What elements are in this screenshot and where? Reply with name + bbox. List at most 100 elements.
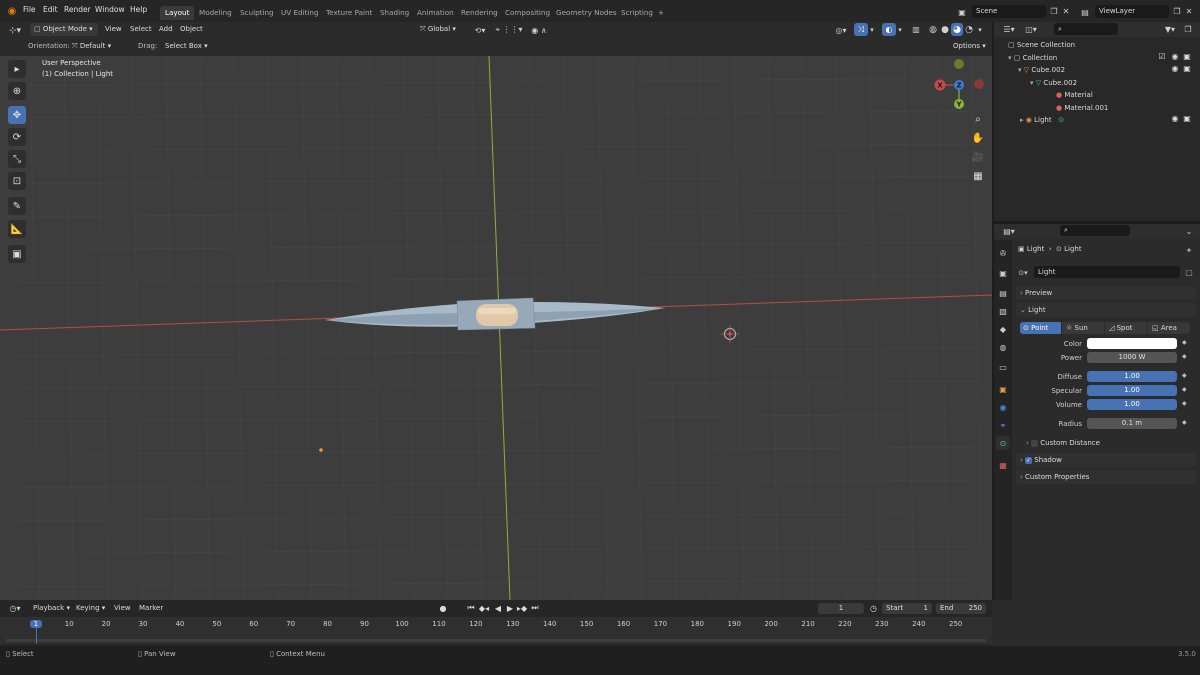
outliner-row-collection[interactable]: ▾ ▢ Collection [1008, 52, 1057, 65]
timeline-ruler[interactable]: 1 10 20 30 40 50 60 70 80 90 100 110 120 130 140 150 160… [0, 617, 992, 644]
timeline-editor-icon[interactable]: ◷▾ [6, 603, 24, 614]
diffuse-field[interactable]: 1.00 [1087, 371, 1177, 382]
world-tab-icon[interactable]: ◍ [996, 340, 1010, 354]
pan-hand-icon[interactable]: ✋ [971, 131, 985, 145]
playback-menu[interactable]: Playback ▾ [33, 602, 70, 615]
cursor-tool-icon[interactable]: ⊕ [8, 82, 26, 100]
collection-tab-icon[interactable]: ▭ [996, 360, 1010, 374]
outliner-editor-icon[interactable]: ☰▾ [1000, 24, 1018, 35]
tab-uv-editing[interactable]: UV Editing [276, 6, 324, 20]
add-menu[interactable]: Add [159, 23, 173, 36]
navigation-gizmo[interactable]: X Z Y [930, 58, 990, 110]
output-tab-icon[interactable]: ▤ [996, 286, 1010, 300]
playhead-line[interactable] [36, 627, 37, 644]
outliner-row-light[interactable]: ▸ ◉ Light ⊙ [1020, 114, 1064, 127]
transform-orientation-dropdown[interactable]: ⤧ Global ▾ [420, 23, 468, 36]
gizmo-icon[interactable]: ⤨ [854, 23, 868, 36]
keyframe-dot-icon[interactable]: ◆ [1182, 372, 1187, 379]
texture-tab-icon[interactable]: ▦ [996, 458, 1010, 472]
menu-edit[interactable]: Edit [43, 5, 58, 14]
annotate-tool-icon[interactable]: ✎ [8, 197, 26, 215]
camera-render-icon[interactable]: ▣ [1182, 114, 1192, 123]
constraints-tab-icon[interactable]: ⚭ [996, 418, 1010, 432]
current-frame-field[interactable]: 1 [818, 603, 864, 614]
light-data-tab-icon[interactable]: ⊙ [996, 436, 1010, 450]
view-layer-tab-icon[interactable]: ▧ [996, 304, 1010, 318]
menu-render[interactable]: Render [64, 5, 91, 14]
transform-tool-icon[interactable]: ⊡ [8, 172, 26, 190]
overlays-dropdown-icon[interactable]: ▾ [896, 24, 904, 36]
physics-tab-icon[interactable]: ◉ [996, 400, 1010, 414]
shadow-panel-header[interactable]: › ✓ Shadow [1016, 453, 1196, 467]
keying-menu[interactable]: Keying ▾ [76, 602, 105, 615]
add-cube-tool-icon[interactable]: ▣ [8, 245, 26, 263]
scale-tool-icon[interactable]: ⤡ [8, 150, 26, 168]
volume-field[interactable]: 1.00 [1087, 399, 1177, 410]
keyframe-dot-icon[interactable]: ◆ [1182, 386, 1187, 393]
next-keyframe-icon[interactable]: ▸◆ [517, 603, 527, 613]
object-menu[interactable]: Object [180, 23, 203, 36]
visibility-icon[interactable]: ◎▾ [832, 24, 850, 36]
view-layer-icon[interactable]: ▤ [1078, 6, 1092, 18]
light-datablock-field[interactable]: Light [1034, 266, 1180, 278]
menu-help[interactable]: Help [130, 5, 147, 14]
tab-rendering[interactable]: Rendering [456, 6, 503, 20]
prev-keyframe-icon[interactable]: ◆◂ [479, 603, 489, 613]
keyframe-dot-icon[interactable]: ◆ [1182, 419, 1187, 426]
overlays-icon[interactable]: ◐ [882, 23, 896, 36]
preview-panel-header[interactable]: › Preview [1016, 286, 1196, 300]
render-tab-icon[interactable]: ▣ [996, 266, 1010, 280]
proportional-edit-icon[interactable]: ◉ ∧ [529, 24, 549, 36]
shading-wireframe-icon[interactable]: ◍ [927, 23, 939, 36]
select-tool-icon[interactable]: ▸ [8, 60, 26, 78]
perspective-grid-icon[interactable]: ▦ [971, 169, 985, 183]
shadow-checkbox[interactable]: ✓ [1025, 456, 1033, 464]
zoom-icon[interactable]: ⌕ [971, 112, 985, 126]
scene-tab-icon[interactable]: ◆ [996, 322, 1010, 336]
jump-start-icon[interactable]: ⏮ [466, 603, 476, 613]
properties-search-input[interactable]: ⌕ [1060, 225, 1130, 236]
shading-material-icon[interactable]: ◕ [951, 23, 963, 36]
tool-tab-icon[interactable]: ✇ [996, 246, 1010, 260]
move-tool-icon[interactable]: ✥ [8, 106, 26, 124]
timeline-view-menu[interactable]: View [114, 602, 131, 615]
clock-icon[interactable]: ◷ [868, 603, 879, 614]
play-reverse-icon[interactable]: ◀ [493, 603, 503, 613]
fake-user-icon[interactable]: ▢ [1184, 267, 1194, 277]
cube-object[interactable] [325, 297, 665, 331]
shading-solid-icon[interactable]: ● [939, 23, 951, 36]
orientation-dropdown[interactable]: ⤧ Default ▾ [72, 40, 130, 53]
properties-editor-icon[interactable]: ▤▾ [1000, 226, 1018, 236]
display-mode-icon[interactable]: ◫▾ [1022, 24, 1040, 35]
jump-end-icon[interactable]: ⏭ [530, 603, 540, 613]
mode-dropdown[interactable]: ▢ Object Mode ▾ [30, 23, 98, 36]
tab-sculpting[interactable]: Sculpting [235, 6, 279, 20]
outliner-row-material-001[interactable]: ● Material.001 [1056, 102, 1108, 115]
light-panel-header[interactable]: ⌄ Light [1016, 303, 1196, 317]
blender-logo-icon[interactable]: ◉ [6, 5, 18, 17]
options-dropdown[interactable]: Options ▾ [953, 40, 986, 53]
custom-distance-checkbox[interactable] [1031, 439, 1039, 447]
menu-file[interactable]: File [23, 5, 36, 14]
power-field[interactable]: 1000 W [1087, 352, 1177, 363]
shading-dropdown-icon[interactable]: ▾ [976, 24, 984, 36]
custom-properties-panel-header[interactable]: › Custom Properties [1016, 470, 1196, 484]
view-layer-field[interactable]: ViewLayer [1095, 5, 1169, 18]
tab-modeling[interactable]: Modeling [194, 6, 237, 20]
3d-viewport[interactable]: User Perspective (1) Collection | Light … [0, 56, 992, 600]
light-type-sun[interactable]: ☼ Sun [1062, 322, 1104, 334]
eye-icon[interactable]: ◉ [1170, 114, 1180, 123]
camera-icon[interactable]: 🎥 [971, 150, 985, 164]
outliner-row-cube-mesh[interactable]: ▾ ▽ Cube.002 [1030, 77, 1077, 90]
radius-field[interactable]: 0.1 m [1087, 418, 1177, 429]
specular-field[interactable]: 1.00 [1087, 385, 1177, 396]
keyframe-dot-icon[interactable]: ◆ [1182, 339, 1187, 346]
keyframe-dot-icon[interactable]: ◆ [1182, 353, 1187, 360]
checkbox-icon[interactable]: ☑ [1158, 52, 1166, 61]
editor-type-icon[interactable]: ⊹▾ [6, 24, 24, 37]
eye-icon[interactable]: ◉ [1170, 52, 1180, 61]
light-datablock-icon[interactable]: ⊙▾ [1016, 267, 1030, 278]
end-frame-field[interactable]: End 250 [936, 603, 986, 614]
measure-tool-icon[interactable]: 📐 [8, 220, 26, 238]
new-collection-icon[interactable]: ❐ [1182, 24, 1194, 35]
